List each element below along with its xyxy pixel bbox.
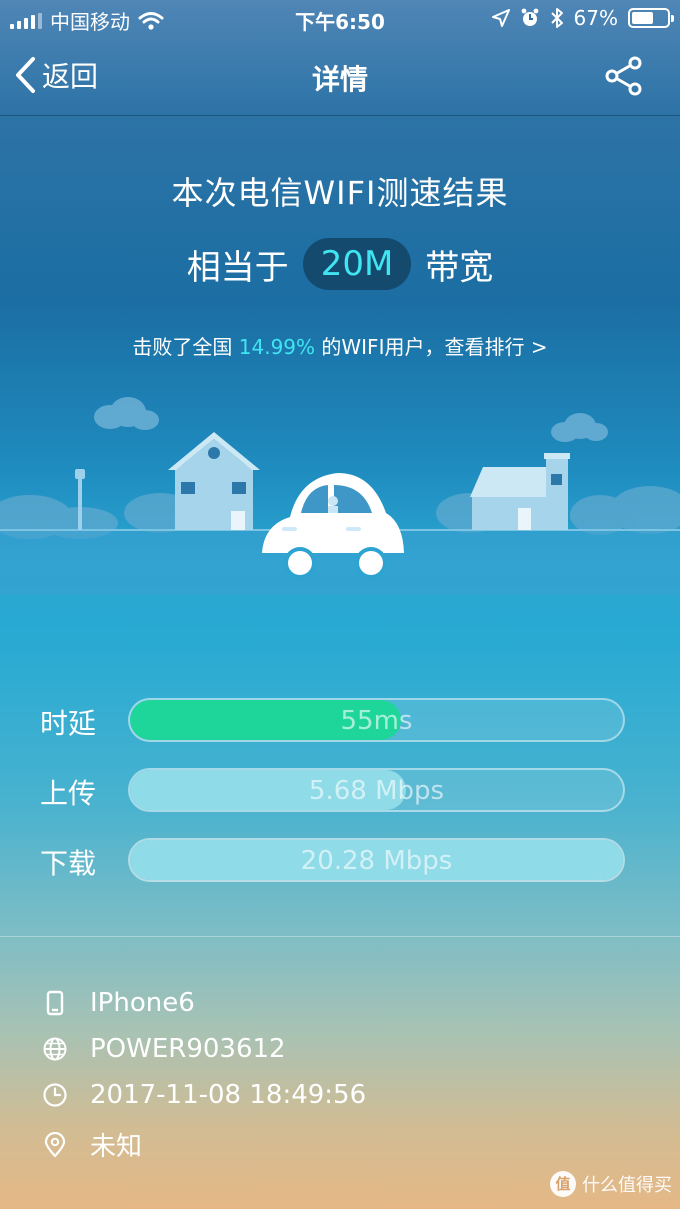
watermark-text: 什么值得买 <box>582 1175 672 1196</box>
bluetooth-icon <box>550 8 563 28</box>
metric-label: 下载 <box>40 847 97 880</box>
metric-label: 时延 <box>40 707 97 740</box>
metric-value: 5.68 Mbps <box>308 776 445 806</box>
status-bar: 中国移动 下午6:50 67% <box>0 0 680 38</box>
share-icon <box>605 56 642 96</box>
cloud-left <box>94 397 159 430</box>
metric-latency: 时延 55ms <box>40 698 630 744</box>
globe-icon <box>43 1037 67 1061</box>
battery-icon <box>628 8 674 28</box>
page-title: 详情 <box>311 63 368 96</box>
metric-upload: 上传 5.68 Mbps <box>40 768 630 814</box>
watermark: 值 什么值得买 <box>550 1171 672 1197</box>
scene-illustration <box>0 397 680 595</box>
house-left <box>168 432 260 530</box>
metric-label: 上传 <box>40 777 97 810</box>
share-button[interactable] <box>604 56 644 100</box>
latency-bar: 55ms <box>128 698 625 742</box>
location-arrow-icon <box>491 9 510 27</box>
phone-icon <box>46 990 64 1016</box>
battery-percent: 67% <box>573 6 618 30</box>
metric-download: 下载 20.28 Mbps <box>40 838 630 884</box>
info-device: IPhone6 <box>42 988 195 1018</box>
info-network: POWER903612 <box>42 1034 286 1064</box>
rank-percent: 14.99% <box>238 335 316 359</box>
divider <box>0 936 680 937</box>
metric-value: 20.28 Mbps <box>300 846 453 876</box>
alarm-icon <box>521 8 538 26</box>
network-name: POWER903612 <box>90 1034 286 1064</box>
bandwidth-badge: 20M <box>302 238 412 290</box>
metric-value: 55ms <box>340 706 413 736</box>
bandwidth-row: 相当于 20M 带宽 <box>0 238 680 290</box>
rank-prefix: 击败了全国 <box>132 335 239 359</box>
download-bar: 20.28 Mbps <box>128 838 625 882</box>
ranking-link[interactable]: 击败了全国 14.99% 的WIFI用户，查看排行 > <box>0 331 680 360</box>
rank-suffix: 的WIFI用户，查看排行 > <box>315 335 548 359</box>
device-name: IPhone6 <box>90 988 195 1018</box>
house-right <box>470 453 570 530</box>
upload-bar: 5.68 Mbps <box>128 768 625 812</box>
status-right: 67% <box>491 6 674 30</box>
cloud-right <box>551 413 608 442</box>
result-headline: 本次电信WIFI测速结果 <box>171 174 509 212</box>
info-location: 未知 <box>42 1126 142 1163</box>
test-datetime: 2017-11-08 18:49:56 <box>90 1080 367 1110</box>
location-pin-icon <box>44 1131 66 1157</box>
bandwidth-suffix: 带宽 <box>425 247 494 288</box>
watermark-logo: 值 <box>550 1171 576 1197</box>
nav-bar: 返回 详情 <box>0 38 680 116</box>
bandwidth-prefix: 相当于 <box>186 247 289 288</box>
location-name: 未知 <box>90 1132 143 1162</box>
clock-icon <box>43 1083 67 1107</box>
info-time: 2017-11-08 18:49:56 <box>42 1080 366 1110</box>
